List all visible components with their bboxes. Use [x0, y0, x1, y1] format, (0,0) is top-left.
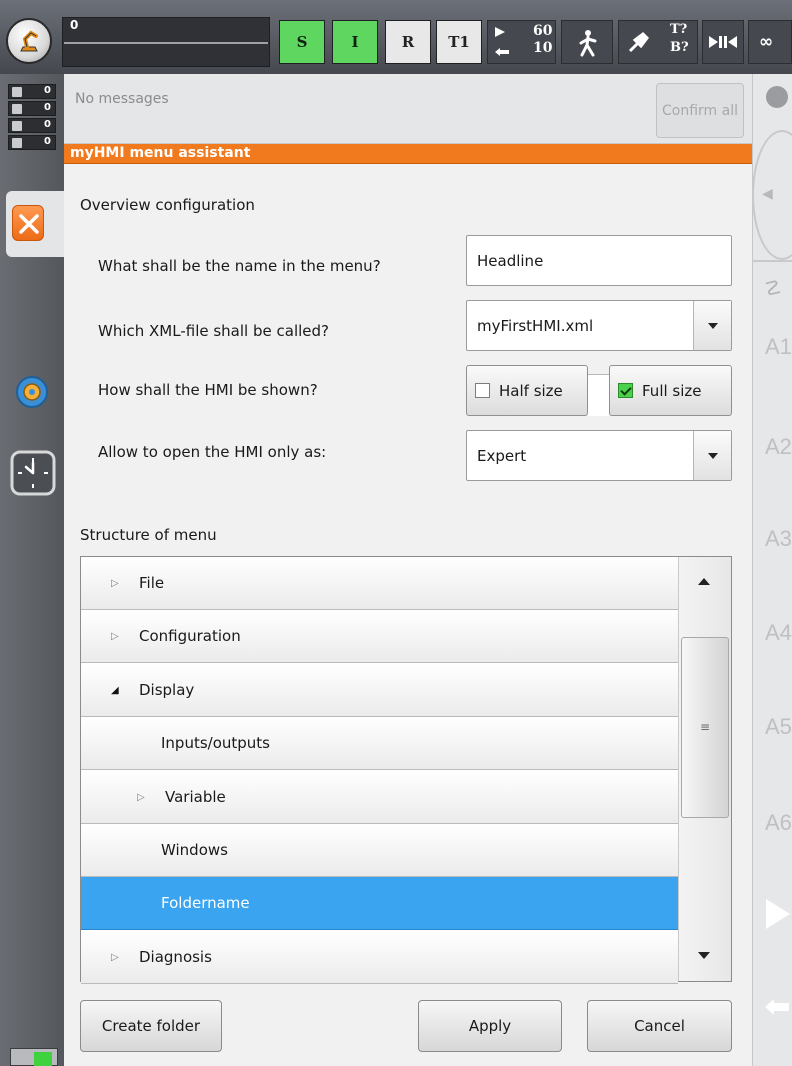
menu-name-input[interactable]: Headline	[466, 235, 732, 286]
axis-a2-key[interactable]: A2	[765, 434, 792, 460]
status-indicator-led	[34, 1052, 52, 1066]
tool-icon	[628, 32, 649, 53]
half-size-checkbox[interactable]	[475, 383, 490, 398]
expand-icon[interactable]: ▷	[111, 631, 139, 642]
toggle-separator	[588, 374, 609, 416]
axis-a6-key[interactable]: A6	[765, 810, 792, 836]
warning-message-counter[interactable]: 0	[8, 101, 56, 116]
base-label: B?	[670, 40, 689, 55]
incremental-jog-button[interactable]	[702, 20, 744, 64]
expand-icon[interactable]: ▷	[137, 792, 165, 803]
run-mode-button[interactable]	[561, 20, 613, 64]
tool-label: T?	[670, 22, 688, 37]
jog-hand-icon	[494, 44, 510, 62]
axis-a1-key[interactable]: A1	[765, 334, 792, 360]
error-icon	[12, 87, 22, 97]
info-message-counter[interactable]: 0	[8, 118, 56, 133]
full-size-toggle[interactable]: Full size	[609, 365, 732, 416]
xml-file-label: Which XML-file shall be called?	[98, 322, 329, 340]
full-size-label: Full size	[642, 381, 702, 400]
program-override-value: 60	[533, 23, 553, 39]
clock-icon[interactable]	[10, 450, 56, 500]
half-size-toggle[interactable]: Half size	[466, 365, 588, 416]
menu-name-value: Headline	[477, 251, 544, 270]
apply-button[interactable]: Apply	[418, 1000, 562, 1052]
tree-row-inputs-outputs[interactable]: Inputs/outputs	[81, 717, 678, 770]
tree-row-label: Configuration	[139, 627, 241, 645]
axis-a5-key[interactable]: A5	[765, 714, 792, 740]
tree-row-label: File	[139, 574, 165, 592]
error-message-counter[interactable]: 0	[8, 84, 56, 99]
full-size-checkbox[interactable]	[618, 383, 633, 398]
tree-row-file[interactable]: ▷ File	[81, 557, 678, 610]
chevron-down-icon	[708, 453, 718, 459]
drives-button[interactable]: I	[332, 20, 378, 64]
user-level-value: Expert	[477, 446, 527, 465]
tree-row-label: Inputs/outputs	[161, 734, 270, 752]
dialog-message-counter[interactable]: 0	[8, 135, 56, 150]
user-level-label: Allow to open the HMI only as:	[98, 443, 327, 461]
jog-hand-icon[interactable]	[764, 996, 790, 1022]
xml-file-dropdown[interactable]: myFirstHMI.xml	[466, 300, 732, 351]
close-button[interactable]	[12, 205, 44, 241]
robot-interpreter-button[interactable]: R	[385, 20, 431, 64]
play-icon[interactable]	[766, 899, 790, 933]
collapse-icon[interactable]: ◢	[111, 685, 139, 696]
axis-a3-key[interactable]: A3	[765, 526, 792, 552]
info-icon	[12, 121, 22, 131]
chevron-down-icon	[708, 323, 718, 329]
message-bar	[64, 74, 752, 144]
tree-row-label: Windows	[161, 841, 228, 859]
skip-icon	[709, 36, 737, 48]
tree-row-foldername[interactable]: Foldername	[81, 877, 678, 930]
tree-row-diagnosis[interactable]: ▷ Diagnosis	[81, 931, 678, 984]
jog-left-arrow-icon: ◀	[762, 186, 773, 202]
tree-row-configuration[interactable]: ▷ Configuration	[81, 610, 678, 663]
robot-logo-icon[interactable]	[6, 18, 52, 64]
divider	[752, 260, 792, 262]
tree-row-label: Foldername	[161, 894, 250, 912]
submit-interpreter-button[interactable]: S	[279, 20, 325, 64]
expand-icon[interactable]: ▷	[111, 952, 139, 963]
confirm-all-button[interactable]: Confirm all	[656, 83, 744, 138]
settings-gear-icon[interactable]	[14, 374, 50, 414]
tree-row-label: Diagnosis	[139, 948, 212, 966]
expand-icon[interactable]: ▷	[111, 578, 139, 589]
cancel-button[interactable]: Cancel	[587, 1000, 732, 1052]
tree-row-display[interactable]: ◢ Display	[81, 664, 678, 717]
structure-section-title: Structure of menu	[80, 526, 217, 544]
warning-icon	[12, 104, 22, 114]
create-folder-button[interactable]: Create folder	[80, 1000, 222, 1052]
operating-mode-button[interactable]: T1	[436, 20, 482, 64]
play-icon	[494, 24, 506, 42]
robot-axis-icon[interactable]: ☡	[764, 276, 782, 300]
scroll-down-icon[interactable]	[698, 952, 710, 959]
display-size-label: How shall the HMI be shown?	[98, 381, 318, 399]
overview-section-title: Overview configuration	[80, 196, 255, 214]
menu-name-label: What shall be the name in the menu?	[98, 257, 381, 275]
tree-row-label: Display	[139, 681, 195, 699]
user-level-dropdown-button[interactable]	[693, 431, 731, 480]
walking-person-icon	[579, 30, 597, 57]
close-icon	[19, 214, 39, 234]
user-level-dropdown[interactable]: Expert	[466, 430, 732, 481]
tree-row-label: Variable	[165, 788, 226, 806]
infinity-icon: ∞	[759, 32, 774, 52]
half-size-label: Half size	[499, 381, 563, 400]
progress-value: 0	[70, 18, 79, 32]
dialog-icon	[12, 138, 22, 148]
grip-icon: ≡	[700, 720, 711, 734]
jog-override-value: 10	[533, 40, 553, 56]
xml-file-value: myFirstHMI.xml	[477, 316, 594, 335]
message-text: No messages	[75, 91, 169, 107]
globe-icon[interactable]	[766, 86, 788, 108]
dialog-title: myHMI menu assistant	[70, 145, 251, 161]
axis-a4-key[interactable]: A4	[765, 620, 792, 646]
tree-row-variable[interactable]: ▷ Variable	[81, 771, 678, 824]
tree-row-windows[interactable]: Windows	[81, 824, 678, 877]
progress-divider	[64, 42, 268, 44]
scroll-up-icon[interactable]	[698, 578, 710, 585]
xml-dropdown-button[interactable]	[693, 301, 731, 350]
